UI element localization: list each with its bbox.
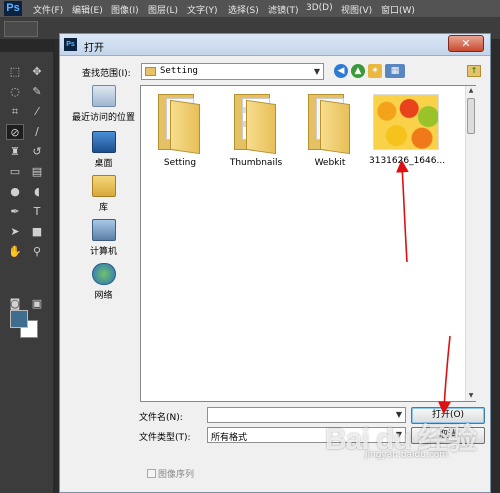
baidu-watermark: Bai du 经验 jingyan.baidu.com [325,414,485,484]
arrow-to-open-button [437,335,451,415]
arrow-to-image [395,159,409,263]
watermark-url: jingyan.baidu.com [365,450,449,460]
